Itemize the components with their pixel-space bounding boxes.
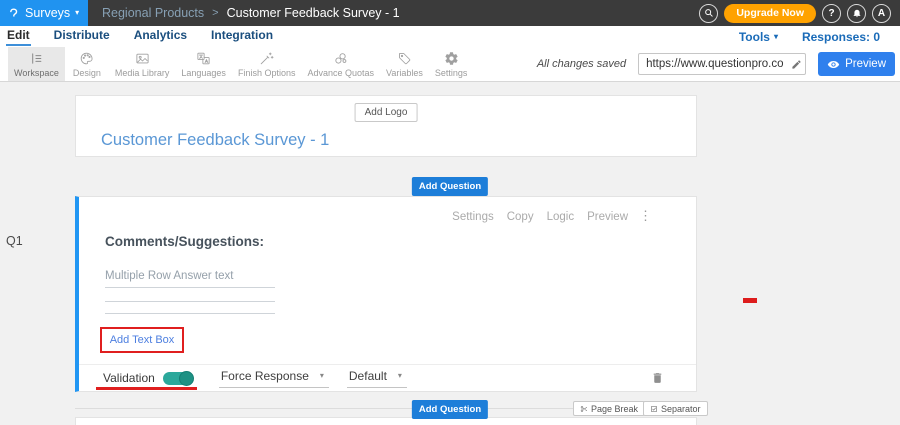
questionpro-survey-editor: Surveys ▾ Regional Products > Customer F… <box>0 0 900 425</box>
toolbar-item-settings[interactable]: Settings <box>429 47 474 81</box>
links-icon <box>333 51 348 66</box>
question-settings-link[interactable]: Settings <box>452 211 494 223</box>
toolbar-item-languages[interactable]: Languages <box>175 47 232 81</box>
validation-label: Validation <box>103 371 155 385</box>
checkbox-checked-icon <box>650 405 658 413</box>
menubar: Edit Distribute Analytics Integration To… <box>0 26 900 47</box>
breadcrumb-separator-icon: > <box>212 7 218 19</box>
answer-placeholder: Multiple Row Answer text <box>105 270 233 282</box>
menu-tabs: Edit Distribute Analytics Integration <box>6 27 274 46</box>
question-number: Q1 <box>6 234 23 248</box>
answer-row-line <box>105 287 275 288</box>
answer-row-line <box>105 313 275 314</box>
chevron-down-icon: ▾ <box>320 372 324 380</box>
chevron-down-icon: ▾ <box>75 9 79 17</box>
toolbar-item-variables[interactable]: Variables <box>380 47 429 81</box>
responses-link[interactable]: Responses: 0 <box>802 30 880 44</box>
bell-icon <box>852 8 862 18</box>
translate-icon <box>196 51 211 66</box>
add-text-box-link[interactable]: Add Text Box <box>110 334 175 346</box>
search-button[interactable] <box>699 4 718 23</box>
tools-menu[interactable]: Tools ▾ <box>739 30 778 44</box>
palette-icon <box>79 51 94 66</box>
survey-header-card: Add Logo Customer Feedback Survey - 1 <box>75 95 697 157</box>
toolbar-item-media-library[interactable]: Media Library <box>109 47 176 81</box>
tab-integration[interactable]: Integration <box>210 27 274 46</box>
survey-canvas: Q1 Add Logo Customer Feedback Survey - 1… <box>0 82 900 425</box>
toolbar-item-workspace[interactable]: Workspace <box>8 47 65 81</box>
topbar: Surveys ▾ Regional Products > Customer F… <box>0 0 900 26</box>
avatar[interactable]: A <box>872 4 891 23</box>
product-switcher[interactable]: Surveys ▾ <box>0 0 88 26</box>
toggle-knob <box>179 371 194 386</box>
survey-title[interactable]: Customer Feedback Survey - 1 <box>101 131 329 150</box>
toolbar-item-finish-options[interactable]: Finish Options <box>232 47 302 81</box>
question-card: Settings Copy Logic Preview ⋮ Comments/S… <box>75 196 697 392</box>
survey-toolbar: Workspace Design Media Library Languages… <box>0 47 900 82</box>
question-preview-link[interactable]: Preview <box>587 211 628 223</box>
product-label: Surveys <box>25 6 70 20</box>
trash-icon <box>651 371 664 385</box>
add-question-button-bottom[interactable]: Add Question <box>412 400 488 419</box>
survey-url-input[interactable] <box>638 53 806 75</box>
chevron-down-icon: ▾ <box>774 33 778 41</box>
search-icon <box>704 8 714 18</box>
validation-toggle[interactable] <box>163 372 193 385</box>
question-copy-link[interactable]: Copy <box>507 211 534 223</box>
notifications-button[interactable] <box>847 4 866 23</box>
question-text[interactable]: Comments/Suggestions: <box>105 234 264 249</box>
force-response-dropdown[interactable]: Force Response ▾ <box>219 369 329 388</box>
kebab-menu-icon[interactable]: ⋮ <box>639 209 652 222</box>
survey-url-field <box>638 53 806 75</box>
magic-wand-icon <box>259 51 274 66</box>
red-dash-annotation <box>743 298 757 303</box>
save-status: All changes saved <box>537 58 626 70</box>
edit-url-button[interactable] <box>791 59 802 70</box>
tab-analytics[interactable]: Analytics <box>133 27 188 46</box>
menubar-right: Tools ▾ Responses: 0 <box>739 30 890 44</box>
topbar-actions: Upgrade Now ? A <box>699 4 900 23</box>
question-logic-link[interactable]: Logic <box>547 211 575 223</box>
tools-label: Tools <box>739 30 770 44</box>
answer-row-line <box>105 301 275 302</box>
gear-icon <box>444 51 459 66</box>
validation-annotation-underline <box>96 387 197 390</box>
add-logo-button[interactable]: Add Logo <box>355 103 418 122</box>
toolbar-item-advance-quotas[interactable]: Advance Quotas <box>301 47 380 81</box>
page-break-button[interactable]: Page Break <box>573 401 645 416</box>
next-block-card <box>75 417 697 425</box>
preview-button[interactable]: Preview <box>818 52 895 76</box>
tab-edit[interactable]: Edit <box>6 27 31 46</box>
scissors-icon <box>580 405 588 413</box>
help-button[interactable]: ? <box>822 4 841 23</box>
toolbar-item-design[interactable]: Design <box>65 47 109 81</box>
image-icon <box>135 51 150 66</box>
eye-icon <box>827 58 840 71</box>
workspace-icon <box>29 51 44 66</box>
delete-question-button[interactable] <box>651 371 664 385</box>
upgrade-button[interactable]: Upgrade Now <box>724 4 816 23</box>
tab-distribute[interactable]: Distribute <box>53 27 111 46</box>
breadcrumb: Regional Products > Customer Feedback Su… <box>102 6 400 20</box>
toolbar-right: All changes saved Preview <box>537 47 900 81</box>
chevron-down-icon: ▾ <box>398 372 402 380</box>
breadcrumb-parent[interactable]: Regional Products <box>102 6 204 20</box>
add-question-button-top[interactable]: Add Question <box>412 177 488 196</box>
pencil-icon <box>791 59 802 70</box>
separator-button[interactable]: Separator <box>643 401 708 416</box>
questionpro-logo-icon <box>7 6 20 21</box>
breadcrumb-current: Customer Feedback Survey - 1 <box>227 6 400 20</box>
default-dropdown[interactable]: Default ▾ <box>347 369 407 388</box>
add-text-box-highlight: Add Text Box <box>100 327 184 353</box>
tag-icon <box>397 51 412 66</box>
question-actions: Settings Copy Logic Preview <box>452 211 628 223</box>
